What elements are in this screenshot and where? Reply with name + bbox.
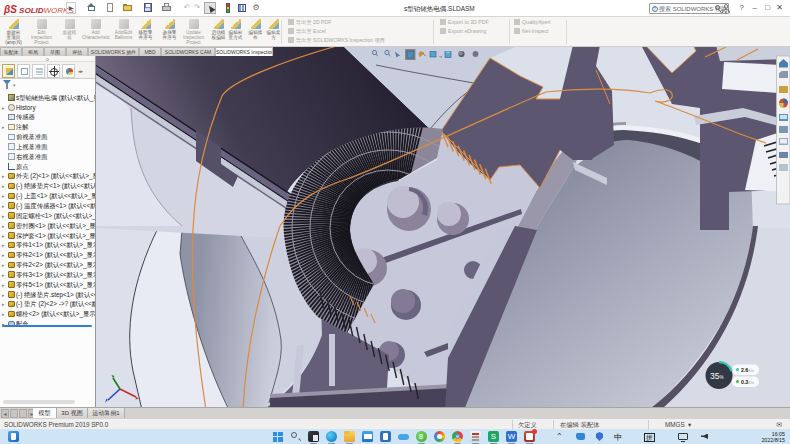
- svg-text:0.3K/s: 0.3K/s: [741, 379, 754, 385]
- svg-text:2.6K/s: 2.6K/s: [741, 367, 754, 373]
